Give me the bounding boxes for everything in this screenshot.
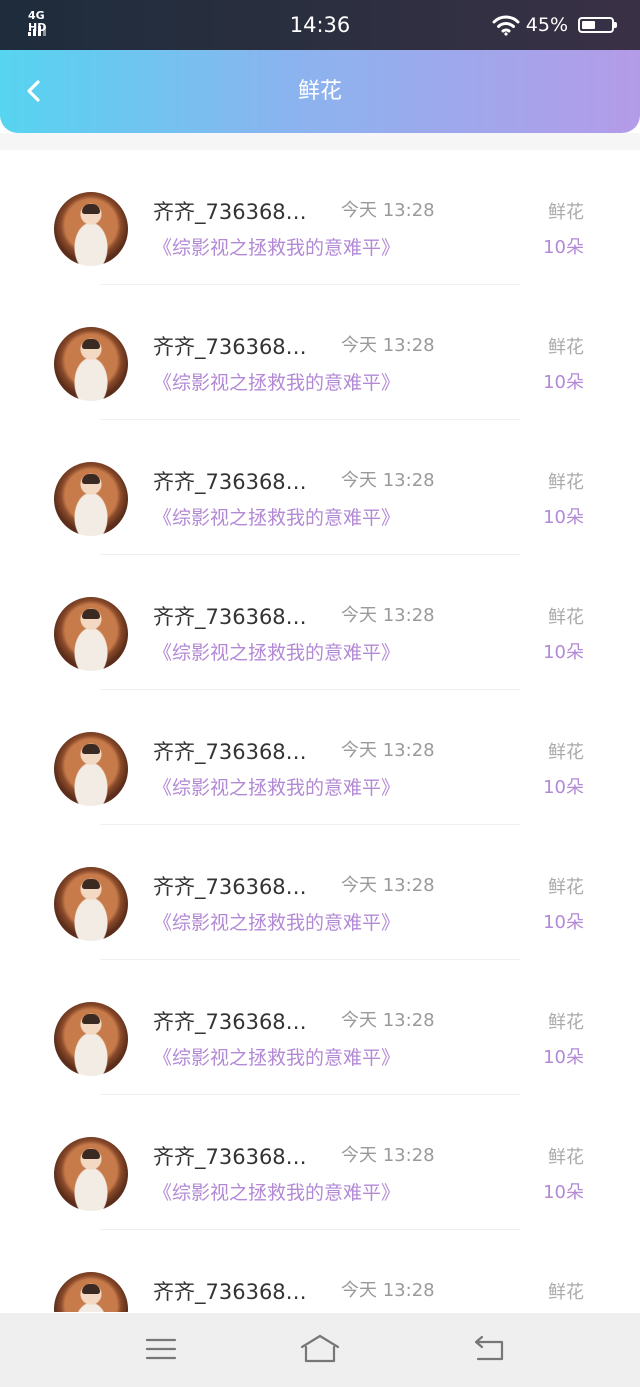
status-bar: 4G HD 14:36 45% [0,0,640,50]
list-item[interactable]: 齐齐_736368… 今天 13:28 《综影视之拯救我的意难平》 鲜花 10朵 [0,420,640,555]
gift-count: 10朵 [543,507,584,528]
book-title-link[interactable]: 《综影视之拯救我的意难平》 [153,1044,400,1072]
gift-count: 10朵 [543,1182,584,1203]
list-item[interactable]: 齐齐_736368… 今天 13:28 《综影视之拯救我的意难平》 鲜花 10朵 [0,960,640,1095]
flower-gift-list[interactable]: 齐齐_736368… 今天 13:28 《综影视之拯救我的意难平》 鲜花 10朵 齐齐_7… [0,150,640,1312]
list-item[interactable]: 齐齐_736368… 今天 13:28 《综影视之拯救我的意难平》 鲜花 10朵 [0,150,640,285]
username: 齐齐_736368… [153,200,307,224]
avatar[interactable] [54,732,128,806]
list-item[interactable]: 齐齐_736368… 今天 13:28 《综影视之拯救我的意难平》 鲜花 10朵 [0,555,640,690]
page-title: 鲜花 [297,79,342,104]
gift-count: 10朵 [543,642,584,663]
book-title-link[interactable]: 《综影视之拯救我的意难平》 [153,639,400,667]
avatar[interactable] [54,867,128,941]
avatar[interactable] [54,1002,128,1076]
gift-type-label: 鲜花 [548,607,584,628]
gift-count: 10朵 [543,372,584,393]
username: 齐齐_736368… [153,1010,307,1034]
book-title-link[interactable]: 《综影视之拯救我的意难平》 [153,369,400,397]
username: 齐齐_736368… [153,1145,307,1169]
battery-icon [578,17,617,33]
gift-time: 今天 13:28 [341,1145,435,1166]
username: 齐齐_736368… [153,1280,307,1304]
gift-time: 今天 13:28 [341,1010,435,1031]
list-item[interactable]: 齐齐_736368… 今天 13:28 鲜花 [0,1230,640,1312]
list-item[interactable]: 齐齐_736368… 今天 13:28 《综影视之拯救我的意难平》 鲜花 10朵 [0,1095,640,1230]
list-item[interactable]: 齐齐_736368… 今天 13:28 《综影视之拯救我的意难平》 鲜花 10朵 [0,690,640,825]
avatar[interactable] [54,192,128,266]
system-nav-bar [0,1313,640,1387]
book-title-link[interactable]: 《综影视之拯救我的意难平》 [153,1179,400,1207]
gift-count: 10朵 [543,1047,584,1068]
gift-type-label: 鲜花 [548,1012,584,1033]
username: 齐齐_736368… [153,470,307,494]
list-item[interactable]: 齐齐_736368… 今天 13:28 《综影视之拯救我的意难平》 鲜花 10朵 [0,285,640,420]
list-item[interactable]: 齐齐_736368… 今天 13:28 《综影视之拯救我的意难平》 鲜花 10朵 [0,825,640,960]
gift-time: 今天 13:28 [341,875,435,896]
gift-count: 10朵 [543,912,584,933]
gift-type-label: 鲜花 [548,1147,584,1168]
book-title-link[interactable]: 《综影视之拯救我的意难平》 [153,909,400,937]
wifi-icon [492,15,520,36]
gift-type-label: 鲜花 [548,1282,584,1303]
home-button[interactable] [298,1331,342,1367]
gift-type-label: 鲜花 [548,877,584,898]
book-title-link[interactable]: 《综影视之拯救我的意难平》 [153,774,400,802]
gift-type-label: 鲜花 [548,337,584,358]
return-button[interactable] [470,1331,510,1367]
gift-time: 今天 13:28 [341,605,435,626]
gift-time: 今天 13:28 [341,200,435,221]
return-icon [474,1335,504,1361]
menu-icon [145,1338,177,1360]
username: 齐齐_736368… [153,605,307,629]
gift-type-label: 鲜花 [548,472,584,493]
avatar[interactable] [54,597,128,671]
header: 鲜花 [0,50,640,133]
book-title-link[interactable]: 《综影视之拯救我的意难平》 [153,234,400,262]
gift-type-label: 鲜花 [548,202,584,223]
username: 齐齐_736368… [153,875,307,899]
username: 齐齐_736368… [153,335,307,359]
menu-button[interactable] [141,1331,181,1367]
gift-count: 10朵 [543,237,584,258]
username: 齐齐_736368… [153,740,307,764]
gift-time: 今天 13:28 [341,470,435,491]
gift-count: 10朵 [543,777,584,798]
battery-percent: 45% [525,14,568,36]
gift-time: 今天 13:28 [341,335,435,356]
avatar[interactable] [54,1272,128,1312]
gift-time: 今天 13:28 [341,740,435,761]
book-title-link[interactable]: 《综影视之拯救我的意难平》 [153,504,400,532]
avatar[interactable] [54,462,128,536]
header-spacer [0,133,640,151]
gift-type-label: 鲜花 [548,742,584,763]
avatar[interactable] [54,327,128,401]
home-icon [300,1334,340,1363]
gift-time: 今天 13:28 [341,1280,435,1301]
avatar[interactable] [54,1137,128,1211]
